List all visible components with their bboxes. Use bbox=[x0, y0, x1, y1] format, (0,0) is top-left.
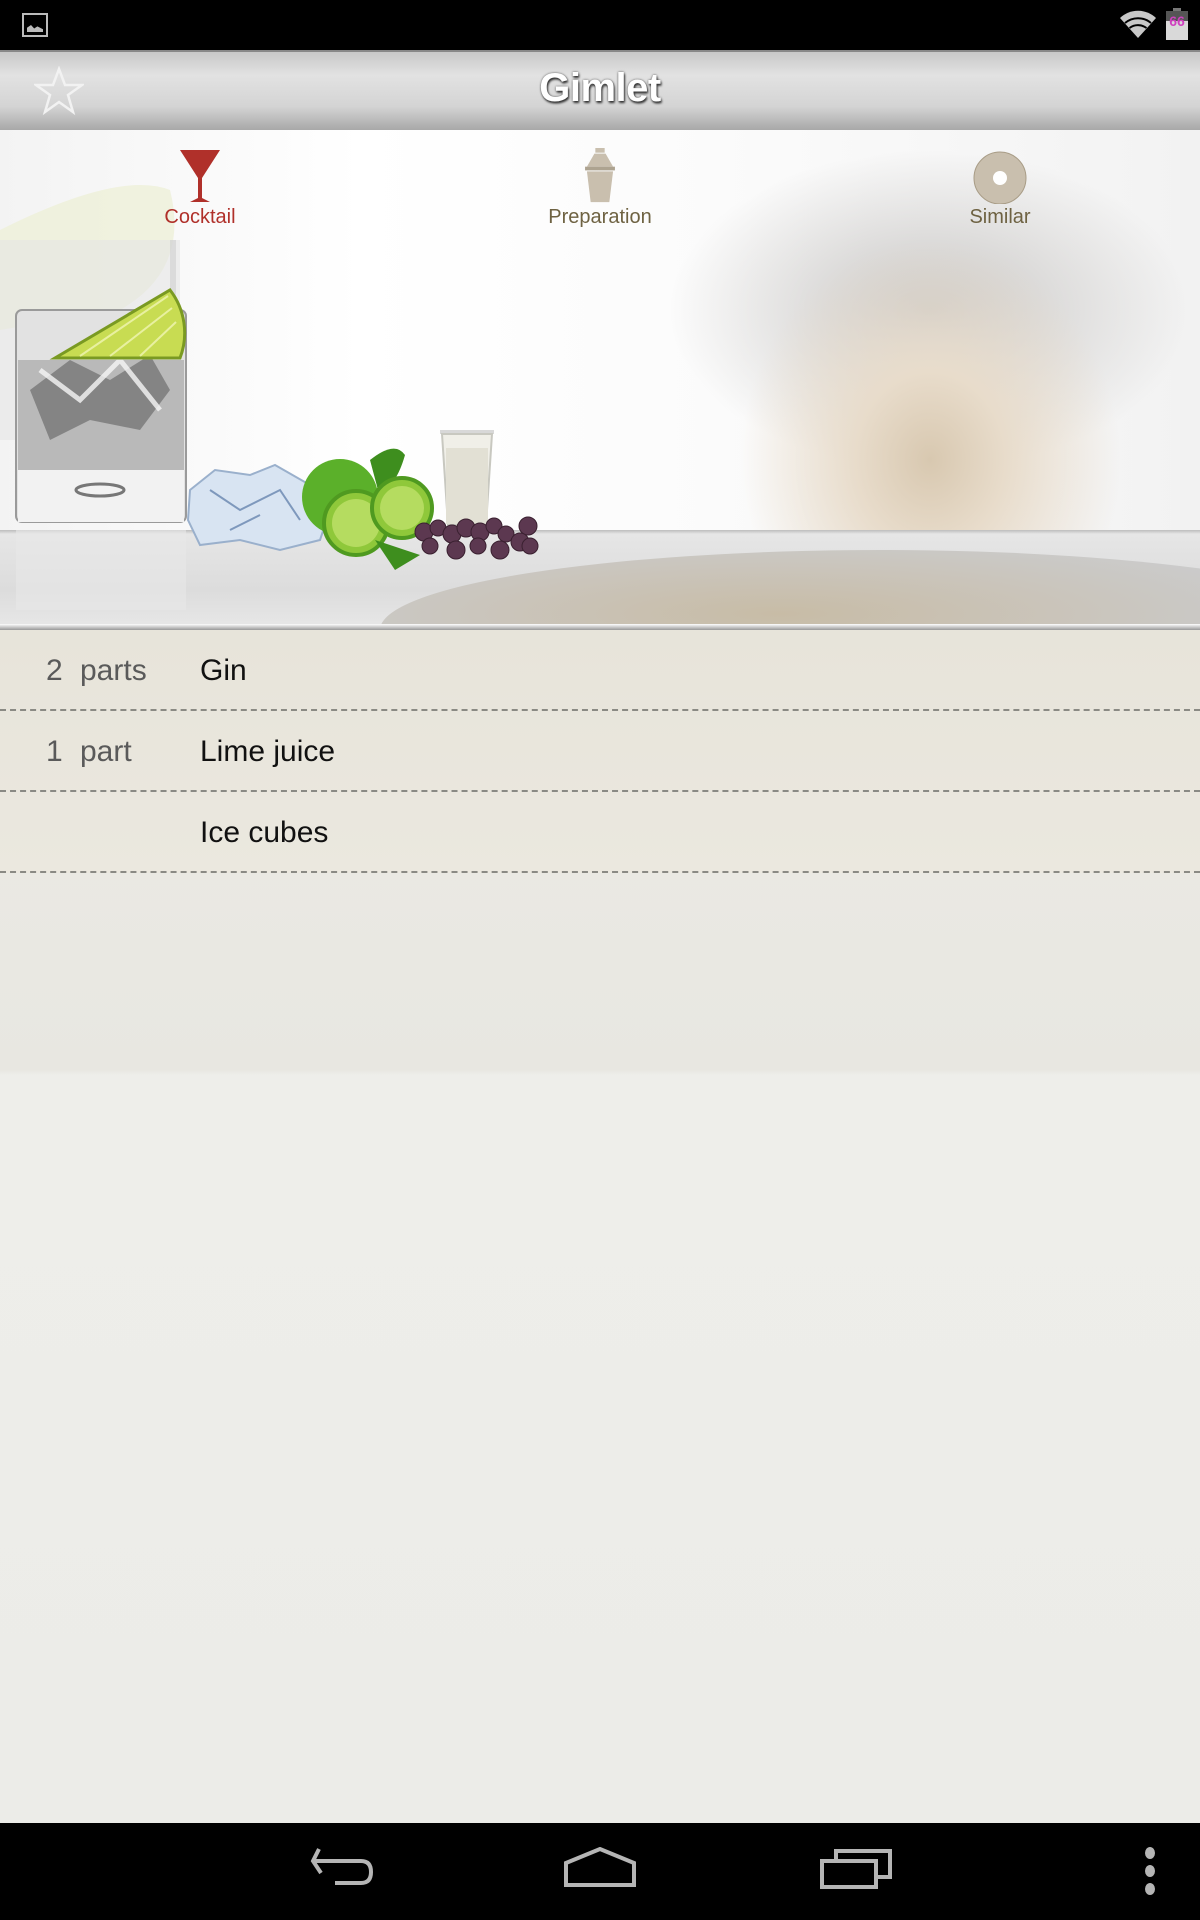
image-notification-icon bbox=[22, 13, 48, 37]
tab-label: Similar bbox=[969, 206, 1031, 228]
tab-similar[interactable]: Similar bbox=[900, 148, 1100, 229]
ingredient-quantity: 2 bbox=[46, 654, 63, 687]
ingredient-quantity: 1 bbox=[46, 735, 63, 768]
recipe-content: 2 parts Gin 1 part Lime juice Ice cubes bbox=[0, 630, 1200, 1823]
page-title: Gimlet bbox=[539, 66, 661, 110]
tab-label: Cocktail bbox=[164, 206, 236, 228]
ingredient-list: 2 parts Gin 1 part Lime juice Ice cubes bbox=[0, 630, 1200, 873]
wifi-icon bbox=[1120, 10, 1156, 38]
system-nav-bar bbox=[0, 1823, 1200, 1920]
app-header: Gimlet bbox=[0, 50, 1200, 130]
recents-icon[interactable] bbox=[818, 1847, 898, 1897]
tab-bar: Cocktail Preparation Similar bbox=[0, 130, 1200, 250]
tab-label: Preparation bbox=[548, 206, 652, 228]
battery-level: 66 bbox=[1169, 13, 1185, 29]
ingredient-unit: parts bbox=[80, 654, 147, 687]
disc-icon bbox=[973, 151, 1027, 204]
back-icon[interactable] bbox=[305, 1847, 385, 1897]
ingredient-name: Ice cubes bbox=[200, 816, 329, 849]
overflow-menu-icon[interactable] bbox=[1130, 1847, 1170, 1897]
ingredient-unit: part bbox=[80, 735, 132, 768]
hero-banner: Cocktail Preparation Similar bbox=[0, 130, 1200, 630]
ingredient-row: Ice cubes bbox=[0, 792, 1200, 873]
status-bar: 66 bbox=[0, 0, 1200, 50]
battery-icon: 66 bbox=[1166, 8, 1188, 40]
ingredient-row: 1 part Lime juice bbox=[0, 711, 1200, 792]
home-icon[interactable] bbox=[560, 1847, 640, 1897]
martini-glass-icon bbox=[180, 150, 220, 202]
ingredient-name: Gin bbox=[200, 654, 247, 687]
shaker-icon bbox=[585, 148, 615, 203]
ingredient-name: Lime juice bbox=[200, 735, 336, 768]
ingredient-row: 2 parts Gin bbox=[0, 630, 1200, 711]
tab-cocktail[interactable]: Cocktail bbox=[100, 148, 300, 229]
tab-preparation[interactable]: Preparation bbox=[500, 148, 700, 229]
